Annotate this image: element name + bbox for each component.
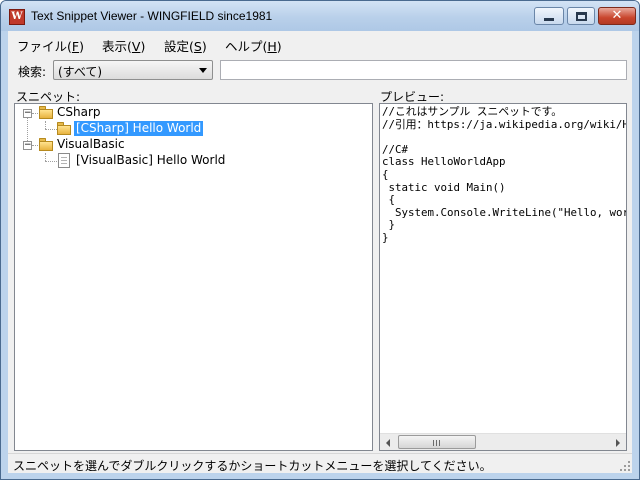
status-bar: スニペットを選んでダブルクリックするかショートカットメニューを選択してください。 — [8, 453, 632, 473]
tree-node-visualbasic[interactable]: − VisualBasic — [15, 137, 372, 153]
menu-view[interactable]: 表示(V) — [102, 36, 145, 55]
menu-help-tail: ) — [276, 39, 282, 54]
arrow-left-icon — [386, 439, 390, 447]
tree-node-csharp-hello-world[interactable]: [CSharp] Hello World — [15, 121, 372, 137]
maximize-icon — [575, 11, 587, 21]
menu-bar: ファイル(F) 表示(V) 設定(S) ヘルプ(H) — [8, 31, 632, 55]
search-filter-dropdown[interactable]: (すべて) — [53, 60, 213, 80]
tree-node-label: CSharp — [57, 105, 101, 119]
menu-settings-label: 設定( — [164, 39, 194, 54]
arrow-right-icon — [616, 439, 620, 447]
search-label: 検索: — [18, 65, 47, 79]
folder-icon — [39, 106, 53, 119]
preview-pane[interactable]: //これはサンプル スニペットです。 //引用：https://ja.wikip… — [379, 103, 627, 451]
minimize-button[interactable] — [534, 7, 564, 25]
status-text: スニペットを選んでダブルクリックするかショートカットメニューを選択してください。 — [13, 459, 492, 473]
folder-open-icon — [57, 122, 71, 135]
menu-help-accelerator: H — [267, 39, 277, 54]
title-bar[interactable]: W Text Snippet Viewer - WINGFIELD since1… — [1, 1, 639, 31]
menu-file-label: ファイル( — [17, 39, 72, 54]
tree-node-csharp[interactable]: − CSharp — [15, 105, 372, 121]
menu-settings-tail: ) — [201, 39, 207, 54]
preview-text[interactable]: //これはサンプル スニペットです。 //引用：https://ja.wikip… — [382, 106, 626, 431]
search-filter-value: (すべて) — [58, 65, 103, 79]
menu-help[interactable]: ヘルプ(H) — [225, 36, 282, 55]
scroll-right-button[interactable] — [609, 434, 626, 450]
chevron-down-icon — [199, 68, 207, 73]
menu-file[interactable]: ファイル(F) — [17, 36, 84, 55]
minimize-icon — [544, 17, 554, 21]
menu-file-accelerator: F — [71, 39, 80, 54]
app-logo-icon[interactable]: W — [9, 9, 25, 25]
window-title: Text Snippet Viewer - WINGFIELD since198… — [31, 9, 273, 23]
menu-view-label: 表示( — [102, 39, 132, 54]
collapse-icon[interactable]: − — [23, 141, 32, 150]
resize-grip-icon[interactable] — [620, 461, 630, 471]
collapse-icon[interactable]: − — [23, 109, 32, 118]
menu-settings[interactable]: 設定(S) — [164, 36, 207, 55]
document-icon — [58, 153, 70, 168]
close-button[interactable]: ✕ — [598, 7, 636, 25]
scrollbar-thumb[interactable] — [398, 435, 476, 449]
search-input[interactable] — [220, 60, 627, 80]
maximize-button[interactable] — [567, 7, 595, 25]
scroll-left-button[interactable] — [380, 434, 397, 450]
main-client-area: ファイル(F) 表示(V) 設定(S) ヘルプ(H) 検索: (すべて) スニペ… — [8, 31, 632, 473]
horizontal-scrollbar[interactable] — [380, 433, 626, 450]
close-icon: ✕ — [611, 8, 623, 23]
folder-icon — [39, 138, 53, 151]
tree-node-label: VisualBasic — [57, 137, 125, 151]
tree-node-label: [VisualBasic] Hello World — [76, 153, 226, 167]
menu-help-label: ヘルプ( — [225, 39, 268, 54]
menu-view-tail: ) — [140, 39, 146, 54]
menu-settings-accelerator: S — [193, 39, 202, 54]
app-window: W Text Snippet Viewer - WINGFIELD since1… — [0, 0, 640, 480]
tree-node-label: [CSharp] Hello World — [74, 121, 204, 136]
tree-node-visualbasic-hello-world[interactable]: [VisualBasic] Hello World — [15, 153, 372, 169]
menu-file-tail: ) — [79, 39, 84, 54]
snippet-tree[interactable]: − CSharp [CSharp] Hello World − VisualBa… — [14, 103, 373, 451]
